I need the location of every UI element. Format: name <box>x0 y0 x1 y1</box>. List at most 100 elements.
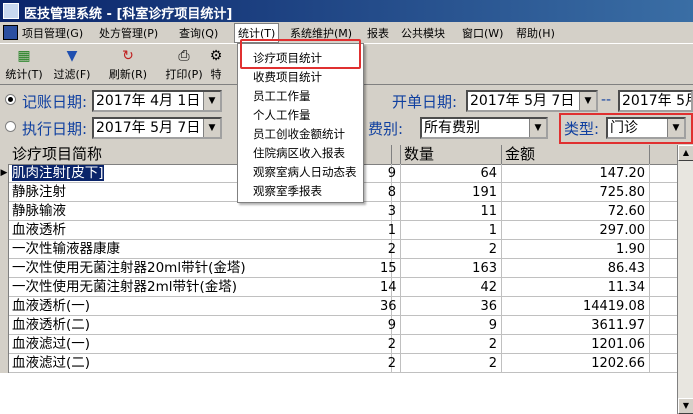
menu-project-management[interactable]: 项目管理(G) <box>22 25 83 41</box>
cell-item-name-text: 血液透析 <box>12 222 66 238</box>
menu-query[interactable]: 查询(Q) <box>179 25 218 41</box>
open-date-to-value: 2017年 5月 <box>622 93 693 109</box>
cell-amount: 725.80 <box>502 183 650 202</box>
mdi-child-icon[interactable] <box>3 25 18 40</box>
exec-date-label: 执行日期: <box>22 120 88 138</box>
cell-amount: 3611.97 <box>502 316 650 335</box>
cell-amount: 297.00 <box>502 221 650 240</box>
special-icon: ⚙ <box>209 48 223 64</box>
chevron-down-icon[interactable]: ▼ <box>203 92 220 110</box>
open-date-label: 开单日期: <box>392 93 458 111</box>
record-date-from-value: 2017年 4月 1日 <box>96 93 201 109</box>
scroll-up-icon[interactable]: ▲ <box>678 145 693 161</box>
row-indicator <box>0 278 9 297</box>
record-date-label: 记账日期: <box>22 93 88 111</box>
menu-item-highlight <box>240 39 361 69</box>
menu-item-fee-stats[interactable]: 收费项目统计 <box>253 69 322 85</box>
cell-item-name-text: 血液滤过(二) <box>12 355 91 371</box>
print-button-label: 打印(P) <box>165 68 203 81</box>
cell-item-name-text: 肌肉注射[皮下] <box>12 165 104 181</box>
refresh-icon: ↻ <box>122 48 134 64</box>
cell-count: 2 <box>380 240 401 259</box>
scroll-down-icon[interactable]: ▼ <box>678 398 693 414</box>
chevron-down-icon[interactable]: ▼ <box>579 92 596 110</box>
menu-help[interactable]: 帮助(H) <box>516 25 555 41</box>
cell-amount: 86.43 <box>502 259 650 278</box>
cell-count: 2 <box>380 335 401 354</box>
column-header-count[interactable] <box>392 145 401 164</box>
fee-type-select[interactable]: 所有费别 ▼ <box>420 117 548 139</box>
row-indicator <box>0 335 9 354</box>
cell-item-name: 血液滤过(二) <box>9 354 392 373</box>
special-button-label: 特 <box>210 68 222 81</box>
cell-item-name: 一次性使用无菌注射器20ml带针(金塔) <box>9 259 392 278</box>
menu-item-staff-workload[interactable]: 员工工作量 <box>253 88 311 104</box>
table-row[interactable]: 一次性使用无菌注射器2ml带针(金塔) 14 42 11.34 <box>0 278 677 297</box>
cell-quantity: 2 <box>401 240 502 259</box>
table-row[interactable]: 静脉输液 3 11 72.60 <box>0 202 677 221</box>
cell-count: 9 <box>380 164 401 183</box>
cell-item-name: 血液透析 <box>9 221 392 240</box>
cell-count: 36 <box>380 297 401 316</box>
column-header-quantity[interactable]: 数量 <box>401 145 502 164</box>
table-row[interactable]: 血液滤过(一) 2 2 1201.06 <box>0 335 677 354</box>
cell-count: 15 <box>380 259 401 278</box>
open-date-to-picker[interactable]: 2017年 5月 <box>618 90 693 112</box>
table-row[interactable]: 血液透析 1 1 297.00 <box>0 221 677 240</box>
menu-item-ward-income-report[interactable]: 住院病区收入报表 <box>253 145 345 161</box>
table-row[interactable]: 血液透析(二) 9 9 3611.97 <box>0 316 677 335</box>
cell-amount: 1.90 <box>502 240 650 259</box>
cell-quantity: 42 <box>401 278 502 297</box>
cell-count: 9 <box>380 316 401 335</box>
cell-item-name-text: 静脉注射 <box>12 184 66 200</box>
menu-prescription-management[interactable]: 处方管理(P) <box>99 25 158 41</box>
column-header-amount[interactable]: 金额 <box>502 145 650 164</box>
stats-button[interactable]: ▦ 统计(T) <box>0 48 48 82</box>
row-indicator <box>0 259 9 278</box>
cell-quantity: 163 <box>401 259 502 278</box>
row-indicator <box>0 297 9 316</box>
filter-button[interactable]: ▼ 过滤(F) <box>48 48 96 82</box>
table-row[interactable]: 一次性输液器康康 2 2 1.90 <box>0 240 677 259</box>
chevron-down-icon[interactable]: ▼ <box>203 119 220 137</box>
record-date-radio[interactable] <box>5 94 16 105</box>
table-row[interactable]: 血液透析(一) 36 36 14419.08 <box>0 297 677 316</box>
cell-quantity: 2 <box>401 335 502 354</box>
date-range-dash: -- <box>601 92 612 108</box>
menu-item-observation-daily[interactable]: 观察室病人日动态表 <box>253 164 357 180</box>
cell-quantity: 2 <box>401 354 502 373</box>
cell-quantity: 1 <box>401 221 502 240</box>
cell-item-name-text: 一次性使用无菌注射器20ml带针(金塔) <box>12 260 246 276</box>
table-row[interactable]: 一次性使用无菌注射器20ml带针(金塔) 15 163 86.43 <box>0 259 677 278</box>
menu-window[interactable]: 窗口(W) <box>462 25 503 41</box>
menu-item-observation-quarterly[interactable]: 观察室季报表 <box>253 183 322 199</box>
fee-type-value: 所有费别 <box>424 120 480 136</box>
fee-type-label: 费别: <box>368 120 404 138</box>
cell-item-name-text: 血液滤过(一) <box>12 336 91 352</box>
special-button[interactable]: ⚙ 特 <box>204 48 228 82</box>
app-icon[interactable] <box>3 3 19 19</box>
record-date-from-picker[interactable]: 2017年 4月 1日 ▼ <box>92 90 222 112</box>
menu-common-modules[interactable]: 公共模块 <box>401 25 445 41</box>
cell-item-name: 血液透析(二) <box>9 316 392 335</box>
cell-item-name-text: 一次性输液器康康 <box>12 241 120 257</box>
table-row[interactable]: 血液滤过(二) 2 2 1202.66 <box>0 354 677 373</box>
row-indicator <box>0 202 9 221</box>
exec-date-from-picker[interactable]: 2017年 5月 7日 ▼ <box>92 117 222 139</box>
cell-count: 14 <box>380 278 401 297</box>
exec-date-radio[interactable] <box>5 121 16 132</box>
cell-count: 1 <box>380 221 401 240</box>
chevron-down-icon[interactable]: ▼ <box>529 119 546 137</box>
cell-item-name: 血液透析(一) <box>9 297 392 316</box>
open-date-from-picker[interactable]: 2017年 5月 7日 ▼ <box>466 90 598 112</box>
menu-item-personal-workload[interactable]: 个人工作量 <box>253 107 311 123</box>
vertical-scrollbar[interactable]: ▲ ▼ <box>677 145 693 414</box>
cell-item-name-text: 静脉输液 <box>12 203 66 219</box>
exec-date-from-value: 2017年 5月 7日 <box>96 120 201 136</box>
row-indicator <box>0 316 9 335</box>
print-button[interactable]: ⎙ 打印(P) <box>160 48 208 82</box>
menu-item-staff-revenue[interactable]: 员工创收金额统计 <box>253 126 345 142</box>
row-indicator <box>0 240 9 259</box>
refresh-button[interactable]: ↻ 刷新(R) <box>104 48 152 82</box>
menu-reports[interactable]: 报表 <box>367 25 389 41</box>
